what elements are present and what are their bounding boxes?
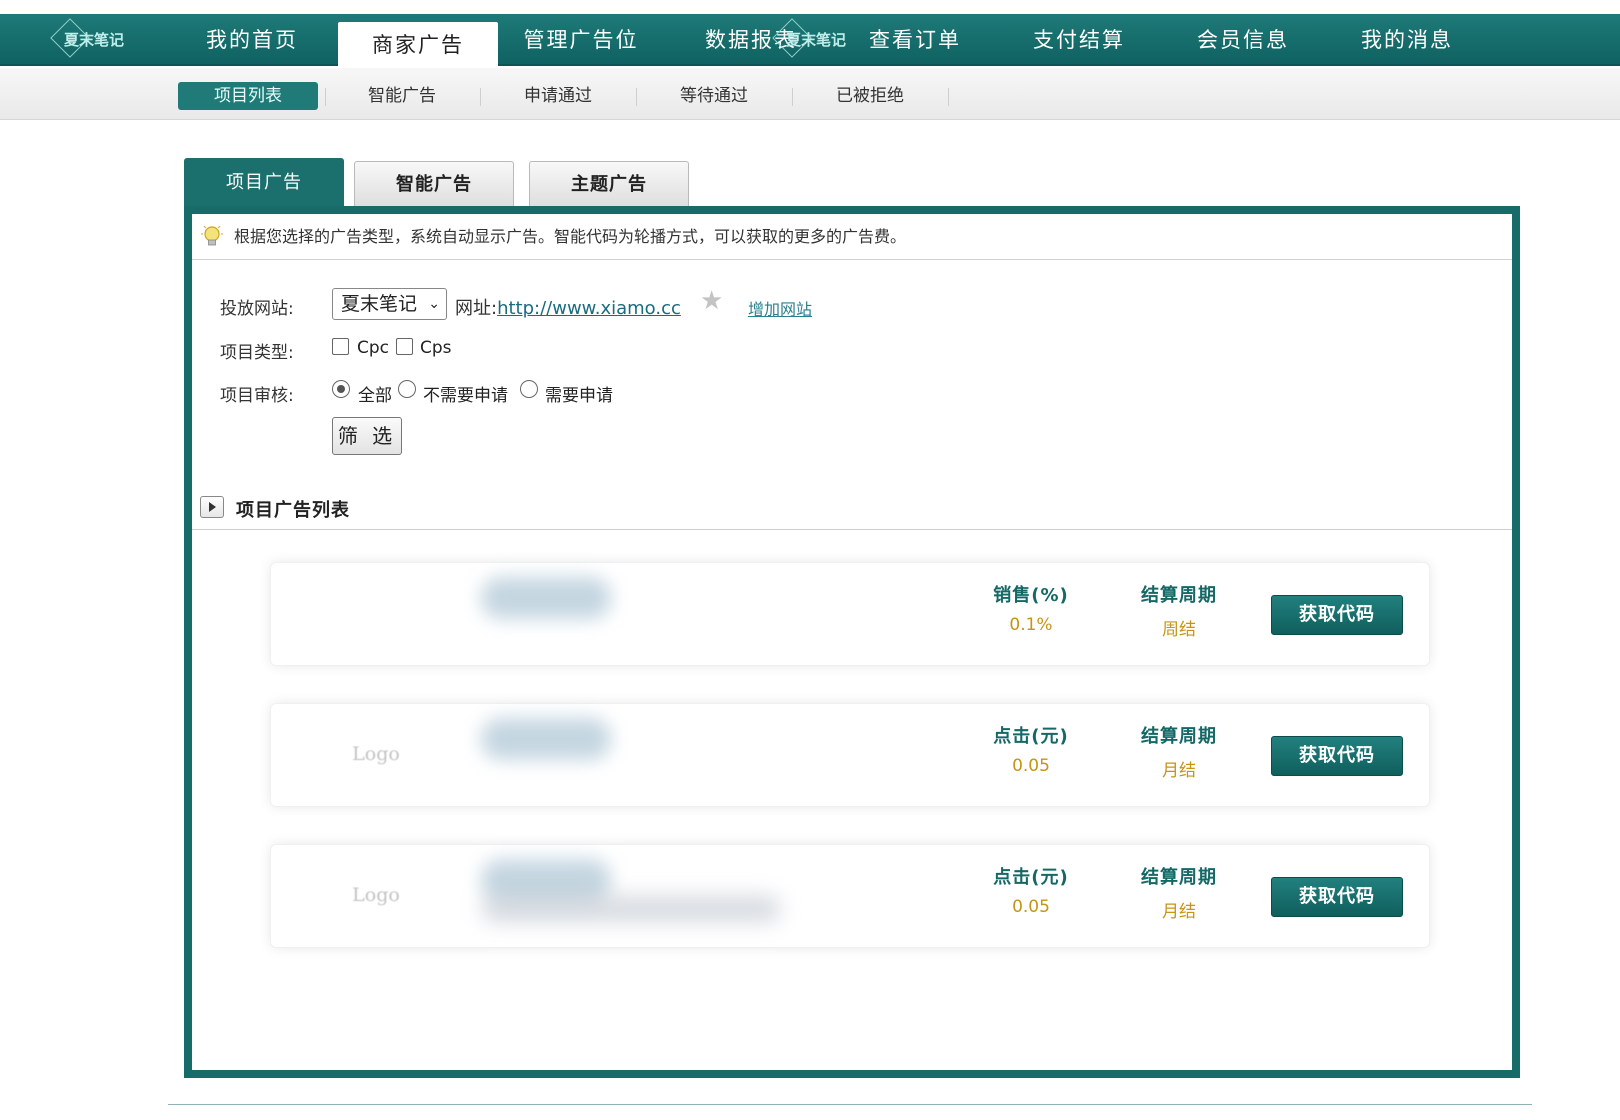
url-display: 网址:http://www.xiamo.cc — [455, 294, 681, 320]
nav-merchant-ads[interactable]: 商家广告 — [338, 22, 498, 68]
site-label: 投放网站: — [220, 299, 294, 319]
metric-value: 0.05 — [1012, 897, 1050, 917]
tip-bar: 根据您选择的广告类型，系统自动显示广告。智能代码为轮播方式，可以获取的更多的广告… — [192, 214, 1512, 260]
list-title: 项目广告列表 — [236, 500, 350, 521]
cycle-label: 结算周期 — [1141, 585, 1217, 606]
logo-text: 夏末笔记 — [64, 31, 125, 49]
tab-theme-ads[interactable]: 主题广告 — [529, 161, 689, 207]
lightbulb-icon — [201, 225, 223, 246]
review-label: 项目审核: — [220, 386, 294, 406]
review-no-apply-radio[interactable] — [398, 380, 416, 398]
ad-card: 销售(%) 0.1% 结算周期 周结 获取代码 — [270, 562, 1430, 666]
ad-logo: Logo — [352, 884, 400, 906]
get-code-button[interactable]: 获取代码 — [1271, 877, 1403, 917]
review-need-apply-label: 需要申请 — [545, 386, 613, 406]
cpc-checkbox[interactable] — [332, 338, 349, 355]
nav-payment[interactable]: 支付结算 — [1024, 14, 1134, 66]
blurred-ad-title — [481, 577, 611, 619]
sub-nav: 项目列表 智能广告 申请通过 等待通过 已被拒绝 — [0, 68, 1620, 120]
site-logo-overlay: 夏末笔记 — [770, 17, 852, 61]
logo-text: 夏末笔记 — [786, 31, 847, 49]
metric-value: 0.1% — [1009, 615, 1053, 635]
ad-card: Logo 点击(元) 0.05 结算周期 月结 获取代码 — [270, 703, 1430, 807]
metric-label: 销售(%) — [993, 585, 1069, 606]
top-nav: 夏末笔记 我的首页 商家广告 管理广告位 数据报表 夏末笔记 查看订单 支付结算… — [0, 14, 1620, 68]
tab-smart-ads[interactable]: 智能广告 — [354, 161, 514, 207]
cpc-label: Cpc — [357, 338, 390, 358]
url-link[interactable]: http://www.xiamo.cc — [497, 298, 681, 319]
type-label: 项目类型: — [220, 343, 294, 363]
blurred-ad-description — [481, 895, 781, 923]
metric-value: 0.05 — [1012, 756, 1050, 776]
nav-my-messages[interactable]: 我的消息 — [1352, 14, 1462, 66]
subnav-divider — [792, 88, 793, 106]
ad-card: Logo 点击(元) 0.05 结算周期 月结 获取代码 — [270, 844, 1430, 948]
footer-divider — [168, 1104, 1532, 1105]
subnav-divider — [325, 88, 326, 106]
ad-logo: Logo — [352, 743, 400, 765]
subnav-approved[interactable]: 申请通过 — [492, 82, 624, 110]
cycle-value: 月结 — [1162, 761, 1196, 781]
subnav-divider — [636, 88, 637, 106]
list-header: 项目广告列表 — [192, 486, 1512, 530]
filter-button[interactable]: 筛 选 — [332, 417, 402, 455]
cps-checkbox[interactable] — [396, 338, 413, 355]
subnav-smart-ads[interactable]: 智能广告 — [336, 82, 468, 110]
cycle-value: 月结 — [1162, 902, 1196, 922]
get-code-button[interactable]: 获取代码 — [1271, 736, 1403, 776]
review-no-apply-label: 不需要申请 — [423, 386, 508, 406]
site-select-value: 夏末笔记 — [341, 293, 418, 315]
cycle-label: 结算周期 — [1141, 867, 1217, 888]
subnav-divider — [948, 88, 949, 106]
cycle-value: 周结 — [1162, 620, 1196, 640]
site-logo[interactable]: 夏末笔记 — [48, 17, 130, 61]
chevron-down-icon: ⌄ — [428, 296, 440, 312]
add-site-link[interactable]: 增加网站 — [748, 296, 812, 320]
expand-arrow-icon[interactable] — [200, 496, 224, 518]
nav-view-orders[interactable]: 查看订单 — [860, 14, 970, 66]
site-select[interactable]: 夏末笔记 ⌄ — [332, 288, 447, 320]
review-all-radio[interactable] — [332, 380, 350, 398]
cps-label: Cps — [420, 338, 452, 358]
subnav-pending[interactable]: 等待通过 — [648, 82, 780, 110]
subnav-rejected[interactable]: 已被拒绝 — [804, 82, 936, 110]
star-icon[interactable]: ★ — [700, 286, 723, 316]
tab-project-ads[interactable]: 项目广告 — [184, 158, 344, 208]
review-need-apply-radio[interactable] — [520, 380, 538, 398]
nav-home[interactable]: 我的首页 — [190, 14, 314, 66]
ad-panel: 根据您选择的广告类型，系统自动显示广告。智能代码为轮播方式，可以获取的更多的广告… — [184, 206, 1520, 1078]
review-all-label: 全部 — [358, 386, 392, 406]
ad-logo — [331, 591, 421, 635]
cycle-label: 结算周期 — [1141, 726, 1217, 747]
tip-text: 根据您选择的广告类型，系统自动显示广告。智能代码为轮播方式，可以获取的更多的广告… — [234, 227, 907, 246]
metric-label: 点击(元) — [993, 726, 1069, 747]
subnav-divider — [480, 88, 481, 106]
url-label: 网址: — [455, 298, 498, 319]
get-code-button[interactable]: 获取代码 — [1271, 595, 1403, 635]
nav-member-info[interactable]: 会员信息 — [1188, 14, 1298, 66]
nav-manage-ad-slots[interactable]: 管理广告位 — [516, 14, 646, 66]
metric-label: 点击(元) — [993, 867, 1069, 888]
subnav-project-list[interactable]: 项目列表 — [178, 82, 318, 110]
blurred-ad-title — [481, 718, 611, 760]
